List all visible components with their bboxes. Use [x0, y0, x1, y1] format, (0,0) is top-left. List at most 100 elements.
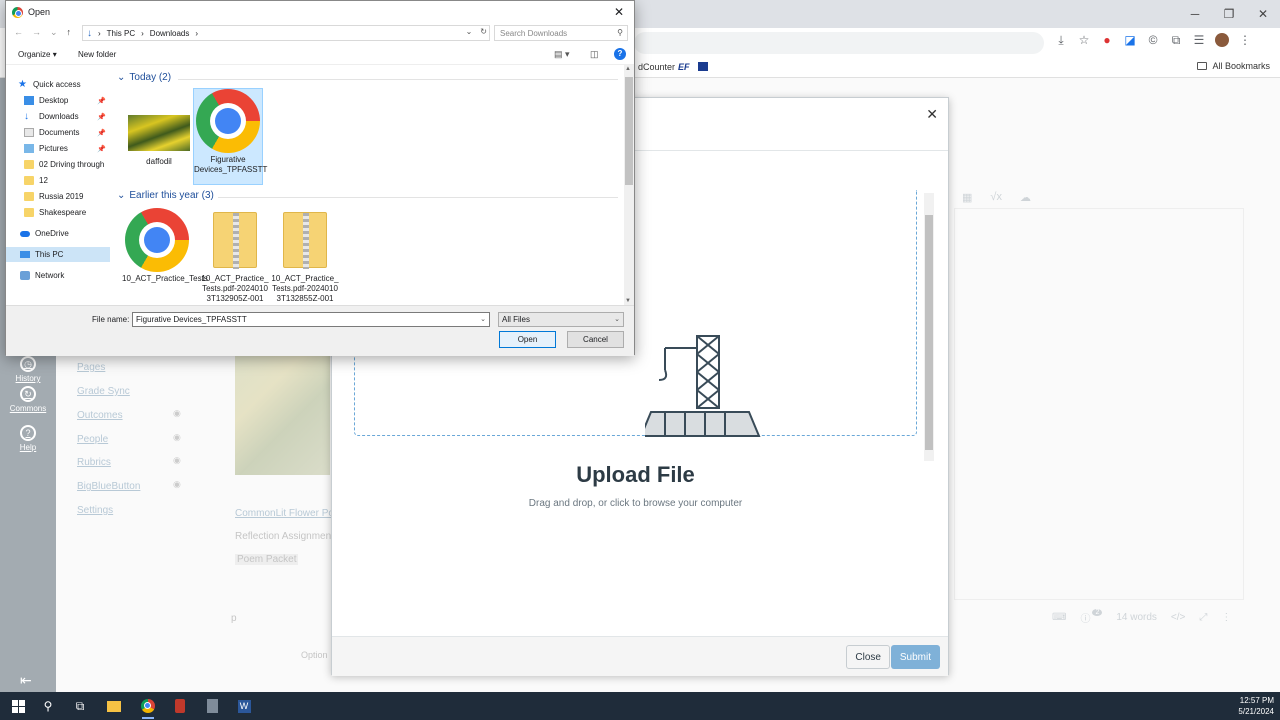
- group-header-today[interactable]: ⌄ Today (2): [117, 72, 171, 83]
- file-name: 10_ACT_Practice_Tests.pdf-20240103T13290…: [201, 274, 269, 303]
- file-item[interactable]: 10_ACT_Practice_Tests.pdf-20240103T13290…: [200, 208, 270, 304]
- task-view-icon[interactable]: ⧉: [70, 696, 90, 716]
- html-editor-icon[interactable]: </>: [1171, 612, 1185, 623]
- profile-avatar[interactable]: [1215, 33, 1229, 47]
- sidebar-item-folder[interactable]: Shakespeare: [6, 205, 110, 220]
- app-taskbar-icon[interactable]: [170, 696, 190, 716]
- dialog-title: Open: [28, 7, 51, 17]
- file-explorer-icon[interactable]: [104, 696, 124, 716]
- keyboard-icon[interactable]: ⌨: [1052, 612, 1066, 623]
- course-link-people[interactable]: People: [77, 434, 108, 445]
- modal-scrollbar[interactable]: [924, 193, 934, 461]
- start-button[interactable]: [8, 696, 28, 716]
- sidebar-item-folder[interactable]: Russia 2019: [6, 189, 110, 204]
- open-file-dialog: Open ✕ ← → ⌄ ↑ ↓ › This PC › Downloads ›…: [5, 0, 635, 356]
- sidebar-item-network[interactable]: Network: [6, 268, 110, 283]
- table-icon[interactable]: ▦: [962, 191, 972, 204]
- dialog-close-icon[interactable]: ✕: [614, 5, 624, 19]
- sidebar-item-label: Quick access: [33, 80, 81, 89]
- group-header-earlier[interactable]: ⌄ Earlier this year (3): [117, 190, 214, 201]
- nav-help[interactable]: ? Help: [0, 425, 56, 452]
- search-icon[interactable]: ⚲: [38, 696, 58, 716]
- extensions-puzzle-icon[interactable]: ⧉: [1169, 33, 1183, 47]
- reading-list-icon[interactable]: ☰: [1192, 33, 1206, 47]
- install-app-icon[interactable]: ⤓: [1054, 33, 1068, 47]
- open-button[interactable]: Open: [499, 331, 556, 348]
- content-link-commonlit[interactable]: CommonLit Flower Po: [235, 508, 334, 519]
- file-item-selected[interactable]: Figurative Devices_TPFASSTT: [193, 88, 267, 185]
- nav-commons[interactable]: ↻ Commons: [0, 386, 56, 413]
- close-window-icon[interactable]: ✕: [1246, 0, 1280, 28]
- file-item[interactable]: 10_ACT_Practice_Tests.pdf-20240103T13285…: [270, 208, 340, 304]
- up-arrow-icon[interactable]: ↑: [67, 27, 72, 38]
- bookmark-item[interactable]: dCounter: [638, 62, 675, 72]
- course-link-bigbluebutton[interactable]: BigBlueButton: [77, 481, 140, 492]
- course-link-rubrics[interactable]: Rubrics: [77, 457, 111, 468]
- modal-close-icon[interactable]: ✕: [926, 106, 938, 123]
- preview-pane-icon[interactable]: ◫: [590, 49, 599, 60]
- address-bar[interactable]: [634, 32, 1044, 54]
- file-name-input[interactable]: Figurative Devices_TPFASSTT ⌄: [132, 312, 490, 327]
- search-downloads-input[interactable]: Search Downloads ⚲: [494, 25, 628, 41]
- file-type-select[interactable]: All Files ⌄: [498, 312, 624, 327]
- calculator-icon[interactable]: [202, 696, 222, 716]
- scrollbar-thumb[interactable]: [625, 77, 633, 185]
- extension-icon-1[interactable]: ●: [1100, 33, 1114, 47]
- breadcrumb-downloads[interactable]: Downloads: [150, 29, 190, 38]
- organize-button[interactable]: Organize ▾: [18, 50, 57, 59]
- path-bar[interactable]: ↓ › This PC › Downloads › ⌄ ↻: [82, 25, 490, 41]
- scroll-up-icon[interactable]: ▲: [625, 66, 631, 72]
- minimize-icon[interactable]: ─: [1178, 0, 1212, 28]
- embed-icon[interactable]: ☁: [1020, 191, 1031, 204]
- scroll-down-icon[interactable]: ▼: [625, 298, 631, 304]
- bookmark-star-icon[interactable]: ☆: [1077, 33, 1091, 47]
- chevron-down-icon[interactable]: ⌄: [480, 315, 486, 323]
- bookmark-item[interactable]: EF: [678, 62, 690, 72]
- path-dropdown-icon[interactable]: ⌄: [466, 27, 473, 36]
- accessibility-icon[interactable]: ⓘ: [1080, 610, 1090, 625]
- sidebar-item-folder[interactable]: 12: [6, 173, 110, 188]
- sidebar-item-this-pc[interactable]: This PC: [6, 247, 110, 262]
- file-name: Figurative Devices_TPFASSTT: [194, 155, 268, 174]
- course-link-grade-sync[interactable]: Grade Sync: [77, 386, 130, 397]
- submit-button[interactable]: Submit: [890, 645, 940, 669]
- file-item[interactable]: 10_ACT_Practice_Tests: [122, 208, 208, 284]
- nav-history[interactable]: ◷ History: [0, 356, 56, 383]
- resize-handle-icon[interactable]: ⋮: [1221, 612, 1231, 623]
- extension-icon-2[interactable]: ◪: [1123, 33, 1137, 47]
- back-arrow-icon[interactable]: ←: [14, 27, 23, 38]
- formula-icon[interactable]: √x: [990, 191, 1002, 204]
- sidebar-item-folder[interactable]: 02 Driving through: [6, 157, 110, 172]
- word-icon[interactable]: W: [234, 696, 254, 716]
- restore-icon[interactable]: ❐: [1212, 0, 1246, 28]
- bookmark-favicon[interactable]: [698, 62, 708, 71]
- new-folder-button[interactable]: New folder: [78, 50, 116, 59]
- sidebar-item-pictures[interactable]: Pictures 📌: [6, 141, 110, 156]
- chrome-taskbar-icon[interactable]: [138, 696, 158, 719]
- course-link-settings[interactable]: Settings: [77, 505, 113, 516]
- course-link-outcomes[interactable]: Outcomes: [77, 410, 123, 421]
- help-icon[interactable]: ?: [614, 48, 626, 60]
- recent-dropdown-icon[interactable]: ⌄: [50, 27, 58, 38]
- extension-icon-3[interactable]: ©: [1146, 33, 1160, 47]
- course-link-pages[interactable]: Pages: [77, 362, 105, 373]
- close-button[interactable]: Close: [846, 645, 890, 669]
- view-options-icon[interactable]: ▤ ▾: [554, 49, 570, 60]
- all-bookmarks[interactable]: All Bookmarks: [1197, 61, 1270, 71]
- forward-arrow-icon[interactable]: →: [32, 27, 41, 38]
- browser-menu-icon[interactable]: ⋮: [1238, 33, 1252, 47]
- cancel-button[interactable]: Cancel: [567, 331, 624, 348]
- sidebar-item-onedrive[interactable]: OneDrive: [6, 226, 110, 241]
- file-list-scrollbar[interactable]: ▲ ▼: [624, 65, 634, 305]
- collapse-nav-icon[interactable]: ⇤: [20, 672, 32, 689]
- sidebar-item-desktop[interactable]: Desktop 📌: [6, 93, 110, 108]
- sidebar-item-downloads[interactable]: ↓ Downloads 📌: [6, 109, 110, 124]
- file-item[interactable]: daffodil: [124, 115, 194, 167]
- sidebar-item-quick-access[interactable]: ★ Quick access: [6, 77, 110, 92]
- scrollbar-thumb[interactable]: [925, 215, 933, 450]
- breadcrumb-this-pc[interactable]: This PC: [107, 29, 135, 38]
- fullscreen-icon[interactable]: ⤢: [1199, 612, 1207, 623]
- refresh-icon[interactable]: ↻: [480, 27, 487, 36]
- sidebar-item-documents[interactable]: Documents 📌: [6, 125, 110, 140]
- system-clock[interactable]: 12:57 PM 5/21/2024: [1238, 695, 1274, 717]
